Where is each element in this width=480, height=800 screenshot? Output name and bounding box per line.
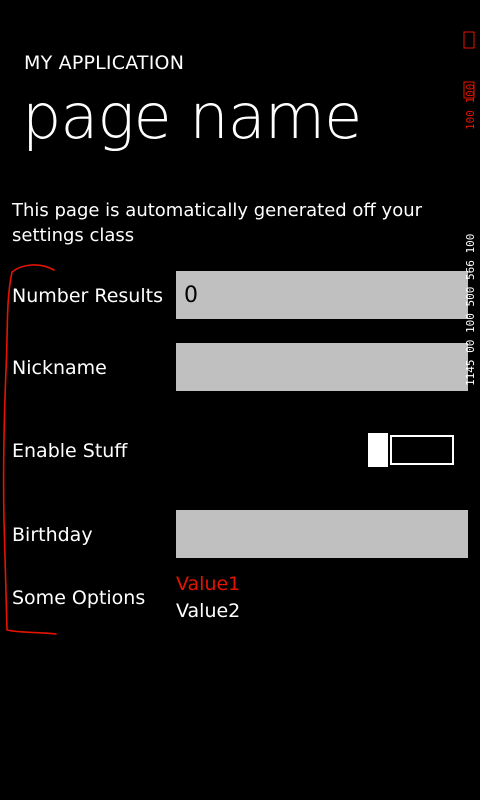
frame-rate-counter: 100 100 1145 00 100 500 566 100 bbox=[463, 31, 477, 386]
birthday-input[interactable] bbox=[176, 510, 468, 558]
nickname-label: Nickname bbox=[12, 357, 107, 379]
nickname-input[interactable] bbox=[176, 343, 468, 391]
toggle-track[interactable] bbox=[390, 435, 454, 465]
option-value1[interactable]: Value1 bbox=[176, 573, 240, 595]
counter-bottom-text: 1145 00 100 500 566 100 bbox=[464, 234, 477, 386]
option-value2[interactable]: Value2 bbox=[176, 600, 240, 622]
app-title: MY APPLICATION bbox=[24, 52, 185, 74]
counter-top-text: 100 100 bbox=[464, 84, 477, 130]
page-description: This page is automatically generated off… bbox=[12, 200, 423, 246]
birthday-label: Birthday bbox=[12, 524, 93, 546]
page-title: page name bbox=[22, 80, 362, 153]
toggle-thumb[interactable] bbox=[368, 433, 388, 467]
some-options-label: Some Options bbox=[12, 587, 146, 609]
number-results-label: Number Results bbox=[12, 285, 163, 307]
number-results-input[interactable] bbox=[176, 271, 468, 319]
enable-stuff-label: Enable Stuff bbox=[12, 440, 128, 462]
